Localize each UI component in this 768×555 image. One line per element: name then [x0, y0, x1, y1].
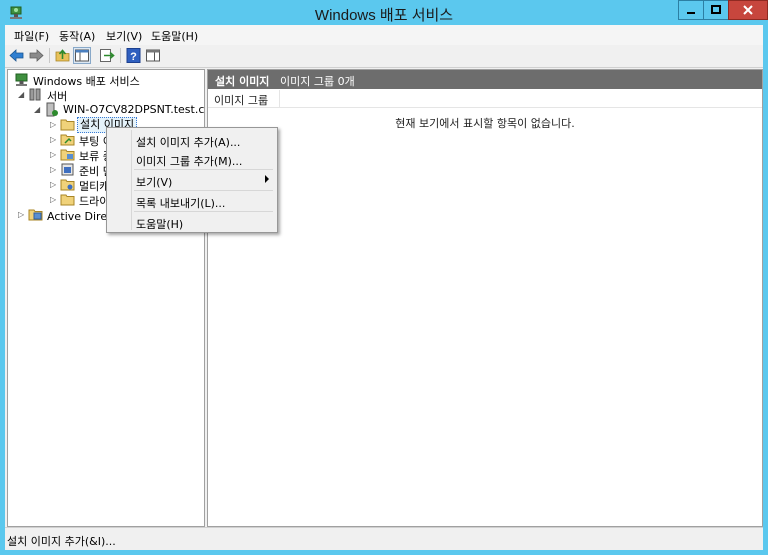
submenu-arrow-icon — [265, 175, 269, 183]
help-icon[interactable]: ? — [125, 47, 143, 64]
close-icon — [743, 5, 753, 15]
drivers-folder-icon — [60, 194, 75, 206]
back-arrow-icon[interactable] — [8, 47, 26, 64]
export-list-icon[interactable] — [98, 47, 116, 64]
folder-icon — [60, 119, 75, 131]
expand-arrow-icon[interactable]: ▷ — [50, 150, 58, 160]
ctx-view-submenu[interactable]: 보기(V) — [109, 170, 275, 190]
ctx-add-image-group[interactable]: 이미지 그룹 추가(M)... — [109, 149, 275, 169]
staging-icon — [61, 163, 74, 176]
minimize-icon — [687, 12, 695, 14]
multicast-folder-icon — [60, 179, 75, 191]
expand-arrow-icon[interactable]: ▷ — [50, 135, 58, 145]
forward-arrow-icon[interactable] — [27, 47, 45, 64]
tree-node-servers[interactable]: ◢ 서버 — [18, 87, 202, 103]
toolbar: ? — [5, 45, 763, 68]
maximize-icon — [711, 5, 721, 14]
ctx-help[interactable]: 도움말(H) — [109, 212, 275, 232]
window-title: Windows 배포 서비스 — [314, 7, 454, 24]
expand-arrow-icon[interactable]: ▷ — [50, 195, 58, 205]
boot-images-folder-icon — [60, 134, 75, 146]
results-title: 설치 이미지 — [215, 75, 270, 88]
status-bar: 설치 이미지 추가(&I)... — [5, 527, 763, 550]
show-hide-tree-icon — [75, 49, 89, 62]
server-name-label: WIN-O7CV82DPSNT.test.com — [63, 103, 205, 116]
results-header: 설치 이미지 이미지 그룹 0개 — [208, 70, 762, 89]
minimize-button[interactable] — [678, 0, 704, 20]
menu-bar: 파일(F) 동작(A) 보기(V) 도움말(H) — [5, 25, 763, 45]
ctx-export-list[interactable]: 목록 내보내기(L)... — [109, 191, 275, 211]
menu-action[interactable]: 동작(A) — [59, 28, 95, 44]
servers-icon — [29, 88, 41, 101]
results-count: 이미지 그룹 0개 — [280, 75, 355, 88]
up-folder-icon[interactable] — [54, 47, 72, 64]
properties-pane-icon[interactable] — [144, 47, 162, 64]
tree-root-wds[interactable]: Windows 배포 서비스 — [12, 72, 202, 88]
collapse-arrow-icon[interactable]: ◢ — [34, 105, 42, 115]
maximize-button[interactable] — [703, 0, 729, 20]
active-directory-icon — [28, 209, 43, 221]
results-pane: 설치 이미지 이미지 그룹 0개 이미지 그룹 현재 보기에서 표시할 항목이 … — [207, 69, 763, 527]
svg-text:?: ? — [130, 51, 137, 63]
menu-view[interactable]: 보기(V) — [106, 28, 142, 44]
context-menu: 설치 이미지 추가(A)... 이미지 그룹 추가(M)... 보기(V) 목록… — [106, 127, 278, 233]
ctx-add-install-image[interactable]: 설치 이미지 추가(A)... — [109, 130, 275, 150]
client-area: 파일(F) 동작(A) 보기(V) 도움말(H) ? Windows 배포 서비… — [5, 25, 763, 550]
column-header-image-group[interactable]: 이미지 그룹 — [208, 90, 280, 107]
pending-devices-icon — [60, 149, 75, 161]
application-window: Windows 배포 서비스 파일(F) 동작(A) 보기(V) 도움말(H) — [0, 0, 768, 555]
collapse-arrow-icon[interactable]: ◢ — [18, 90, 26, 100]
empty-list-message: 현재 보기에서 표시할 항목이 없습니다. — [395, 117, 575, 130]
show-hide-tree-button[interactable] — [73, 47, 91, 64]
server-icon — [46, 102, 58, 117]
wds-root-icon — [15, 73, 28, 86]
menu-file[interactable]: 파일(F) — [14, 28, 49, 44]
expand-arrow-icon[interactable]: ▷ — [50, 120, 58, 130]
title-bar[interactable]: Windows 배포 서비스 — [0, 0, 768, 26]
expand-arrow-icon[interactable]: ▷ — [50, 165, 58, 175]
tree-node-server[interactable]: ◢ WIN-O7CV82DPSNT.test.com — [34, 102, 205, 118]
status-text: 설치 이미지 추가(&I)... — [7, 535, 116, 548]
menu-help[interactable]: 도움말(H) — [151, 28, 198, 44]
close-button[interactable] — [728, 0, 768, 20]
expand-arrow-icon[interactable]: ▷ — [50, 180, 58, 190]
expand-arrow-icon[interactable]: ▷ — [18, 210, 26, 220]
column-header-row: 이미지 그룹 — [208, 90, 762, 108]
